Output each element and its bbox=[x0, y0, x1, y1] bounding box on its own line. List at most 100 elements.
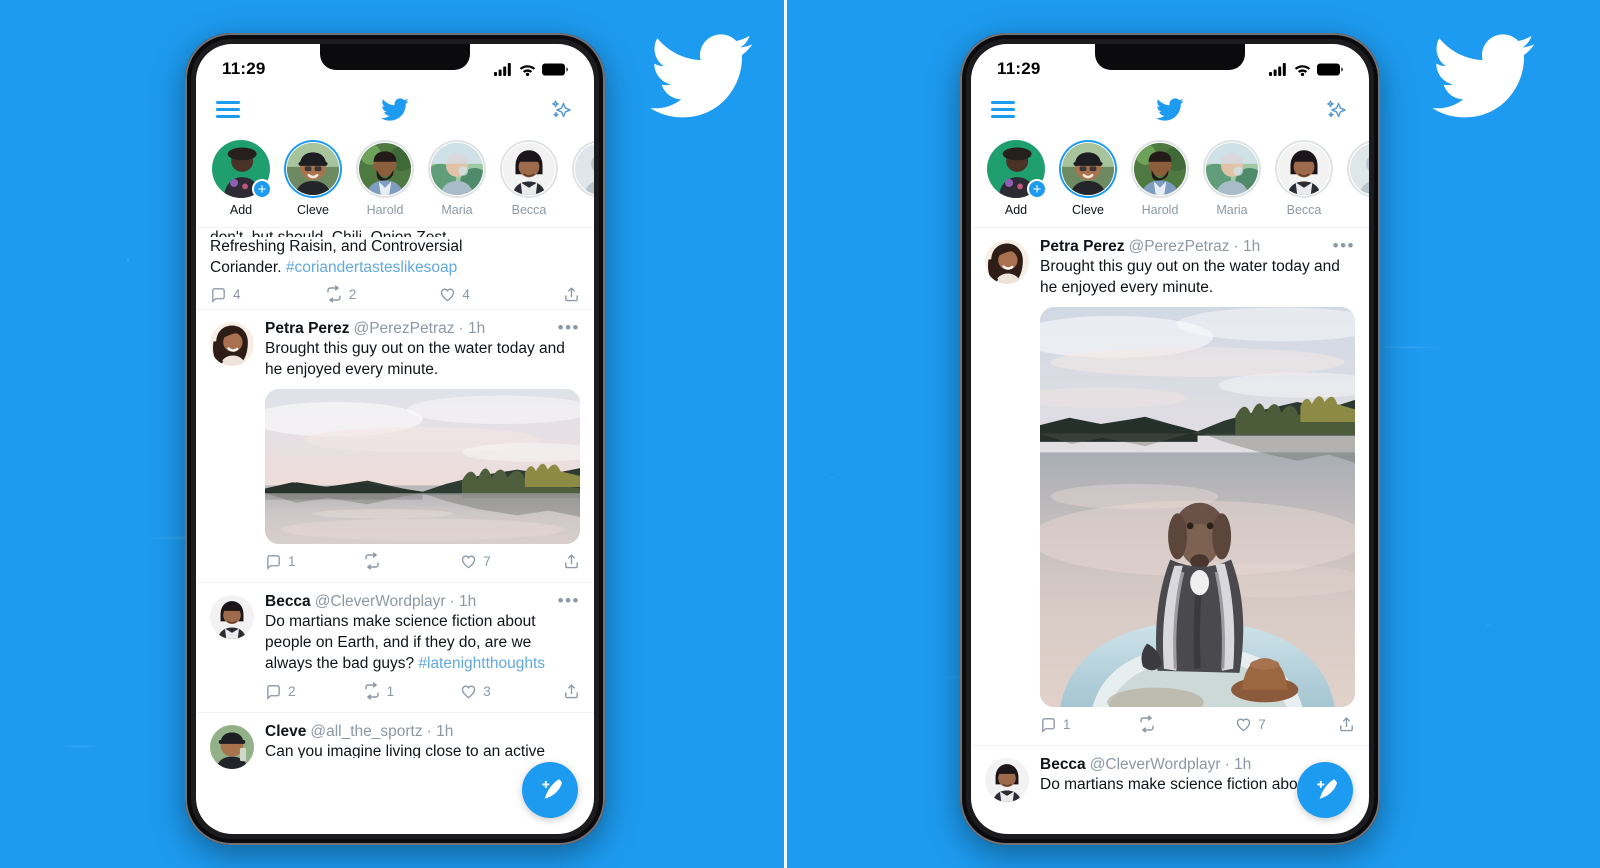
more-options-icon[interactable]: ••• bbox=[558, 592, 580, 609]
wifi-icon bbox=[1294, 63, 1311, 76]
plus-badge-icon[interactable]: + bbox=[1027, 179, 1047, 199]
tweet-actions[interactable]: 1 7 bbox=[265, 552, 580, 576]
fleet-label: Maria bbox=[441, 203, 473, 217]
panel-divider bbox=[784, 0, 787, 868]
sparkles-icon[interactable] bbox=[548, 96, 574, 122]
tweet-author-handle[interactable]: @CleverWordplayr bbox=[1090, 756, 1221, 774]
tweet-author-name[interactable]: Petra Perez bbox=[265, 320, 349, 338]
fleet-item-cleve[interactable]: Cleve bbox=[1059, 140, 1117, 217]
avatar[interactable] bbox=[985, 758, 1029, 803]
avatar[interactable] bbox=[210, 725, 254, 770]
tweet-text: Can you imagine living close to an activ… bbox=[265, 743, 546, 759]
like-action[interactable]: 4 bbox=[439, 286, 554, 303]
hashtag-link[interactable]: #latenightthoughts bbox=[418, 655, 545, 672]
twitter-bird-icon[interactable] bbox=[380, 95, 409, 124]
like-count: 7 bbox=[483, 553, 491, 569]
tweet-actions[interactable]: 1 7 bbox=[1040, 715, 1355, 739]
tweet-author-handle[interactable]: @CleverWordplayr bbox=[315, 593, 446, 611]
phone-screen-right: 11:29 + Add Cleve Harold Maria Becca Pet… bbox=[971, 44, 1369, 834]
avatar[interactable] bbox=[985, 240, 1029, 284]
retweet-action[interactable] bbox=[363, 552, 461, 571]
share-action[interactable] bbox=[563, 683, 580, 700]
share-action[interactable] bbox=[1338, 716, 1355, 733]
fleet-item-maria[interactable]: Maria bbox=[1203, 140, 1261, 217]
fleet-item-overflow[interactable] bbox=[1347, 140, 1369, 217]
tweet-author-handle[interactable]: @PerezPetraz bbox=[353, 320, 454, 338]
tweet-row[interactable]: Becca @CleverWordplayr · 1h ••• Do marti… bbox=[196, 583, 594, 714]
like-action[interactable]: 7 bbox=[1235, 716, 1333, 733]
fleet-label: Harold bbox=[366, 203, 404, 217]
retweet-action[interactable] bbox=[1138, 715, 1236, 733]
more-options-icon[interactable]: ••• bbox=[1333, 237, 1355, 254]
fleet-item-becca[interactable]: Becca bbox=[500, 140, 558, 217]
avatar[interactable] bbox=[210, 322, 254, 367]
tweet-text-line3: Coriander. #coriandertasteslikesoap bbox=[210, 258, 580, 279]
tweet-header: Becca @CleverWordplayr · 1h ••• bbox=[265, 592, 580, 611]
fleet-item-becca[interactable]: Becca bbox=[1275, 140, 1333, 217]
fleet-item-overflow[interactable] bbox=[572, 140, 594, 217]
twitter-bird-icon[interactable] bbox=[1155, 95, 1184, 124]
timeline[interactable]: don't, but should, Chili, Onion Zest, Re… bbox=[196, 228, 594, 834]
phone-right: 11:29 + Add Cleve Harold Maria Becca Pet… bbox=[960, 33, 1380, 845]
fleet-item-maria[interactable]: Maria bbox=[428, 140, 486, 217]
tweet-actions[interactable]: 4 2 4 bbox=[210, 285, 580, 309]
tweet-media-image[interactable] bbox=[265, 389, 580, 545]
avatar bbox=[1206, 143, 1258, 195]
fleet-item-add[interactable]: + Add bbox=[987, 140, 1047, 217]
plus-badge-icon[interactable]: + bbox=[252, 179, 272, 199]
feather-plus-icon bbox=[1311, 776, 1339, 804]
fleets-row[interactable]: + Add Cleve Harold Maria Becca bbox=[971, 132, 1369, 228]
tweet-text: Brought this guy out on the water today … bbox=[1040, 258, 1340, 296]
share-action[interactable] bbox=[563, 286, 580, 303]
reply-action[interactable]: 1 bbox=[1040, 716, 1138, 733]
avatar bbox=[431, 143, 483, 195]
tweet-actions[interactable]: 2 1 3 bbox=[265, 682, 580, 706]
more-options-icon[interactable]: ••• bbox=[558, 319, 580, 336]
fleet-item-harold[interactable]: Harold bbox=[1131, 140, 1189, 217]
fleet-label: Becca bbox=[1286, 203, 1322, 217]
avatar[interactable] bbox=[210, 595, 254, 640]
tweet-author-name[interactable]: Becca bbox=[1040, 756, 1086, 774]
fleet-item-harold[interactable]: Harold bbox=[356, 140, 414, 217]
tweet-text-prefix: Coriander. bbox=[210, 258, 286, 276]
share-action[interactable] bbox=[563, 553, 580, 570]
hamburger-menu-icon[interactable] bbox=[991, 100, 1015, 118]
tweet-author-handle[interactable]: @all_the_sportz bbox=[310, 723, 422, 741]
tweet-text-line2: Refreshing Raisin, and Controversial bbox=[210, 238, 463, 255]
tweet-text: Brought this guy out on the water today … bbox=[265, 340, 565, 378]
tweet-text-cut: don't, but should, Chili, Onion Zest, bbox=[210, 228, 580, 237]
reply-count: 2 bbox=[288, 683, 296, 699]
tweet-row[interactable]: Cleve @all_the_sportz · 1h Can you imagi… bbox=[196, 713, 594, 771]
tweet-author-name[interactable]: Becca bbox=[265, 593, 311, 611]
fleet-item-cleve[interactable]: Cleve bbox=[284, 140, 342, 217]
like-action[interactable]: 3 bbox=[460, 683, 558, 700]
sparkles-icon[interactable] bbox=[1323, 96, 1349, 122]
hashtag-link[interactable]: #coriandertasteslikesoap bbox=[286, 259, 457, 276]
hamburger-menu-icon[interactable] bbox=[216, 100, 240, 118]
compose-tweet-fab[interactable] bbox=[522, 762, 578, 818]
tweet-author-name[interactable]: Cleve bbox=[265, 723, 306, 741]
tweet-media-image[interactable] bbox=[1040, 307, 1355, 708]
reply-action[interactable]: 2 bbox=[265, 683, 363, 700]
fleet-item-add[interactable]: + Add bbox=[212, 140, 272, 217]
like-action[interactable]: 7 bbox=[460, 553, 558, 570]
fleet-label: Becca bbox=[511, 203, 547, 217]
retweet-action[interactable]: 2 bbox=[325, 285, 440, 303]
tweet-row[interactable]: Petra Perez @PerezPetraz · 1h ••• Brough… bbox=[196, 310, 594, 584]
tweet-row[interactable]: Petra Perez @PerezPetraz · 1h ••• Brough… bbox=[971, 228, 1369, 747]
reply-action[interactable]: 1 bbox=[265, 553, 363, 570]
tweet-header: Petra Perez @PerezPetraz · 1h ••• bbox=[1040, 237, 1355, 256]
compose-tweet-fab[interactable] bbox=[1297, 762, 1353, 818]
avatar bbox=[359, 143, 411, 195]
battery-full-icon bbox=[542, 63, 568, 76]
retweet-action[interactable]: 1 bbox=[363, 682, 461, 700]
reply-action[interactable]: 4 bbox=[210, 286, 325, 303]
timeline[interactable]: Petra Perez @PerezPetraz · 1h ••• Brough… bbox=[971, 228, 1369, 834]
tweet-author-name[interactable]: Petra Perez bbox=[1040, 238, 1124, 256]
like-count: 3 bbox=[483, 683, 491, 699]
phone-left: 11:29 + Add Cleve Harold Maria Becca Ref… bbox=[185, 33, 605, 845]
tweet-author-handle[interactable]: @PerezPetraz bbox=[1128, 238, 1229, 256]
reply-count: 1 bbox=[288, 553, 296, 569]
fleets-row[interactable]: + Add Cleve Harold Maria Becca bbox=[196, 132, 594, 228]
tweet-clipped[interactable]: don't, but should, Chili, Onion Zest, Re… bbox=[196, 228, 594, 311]
